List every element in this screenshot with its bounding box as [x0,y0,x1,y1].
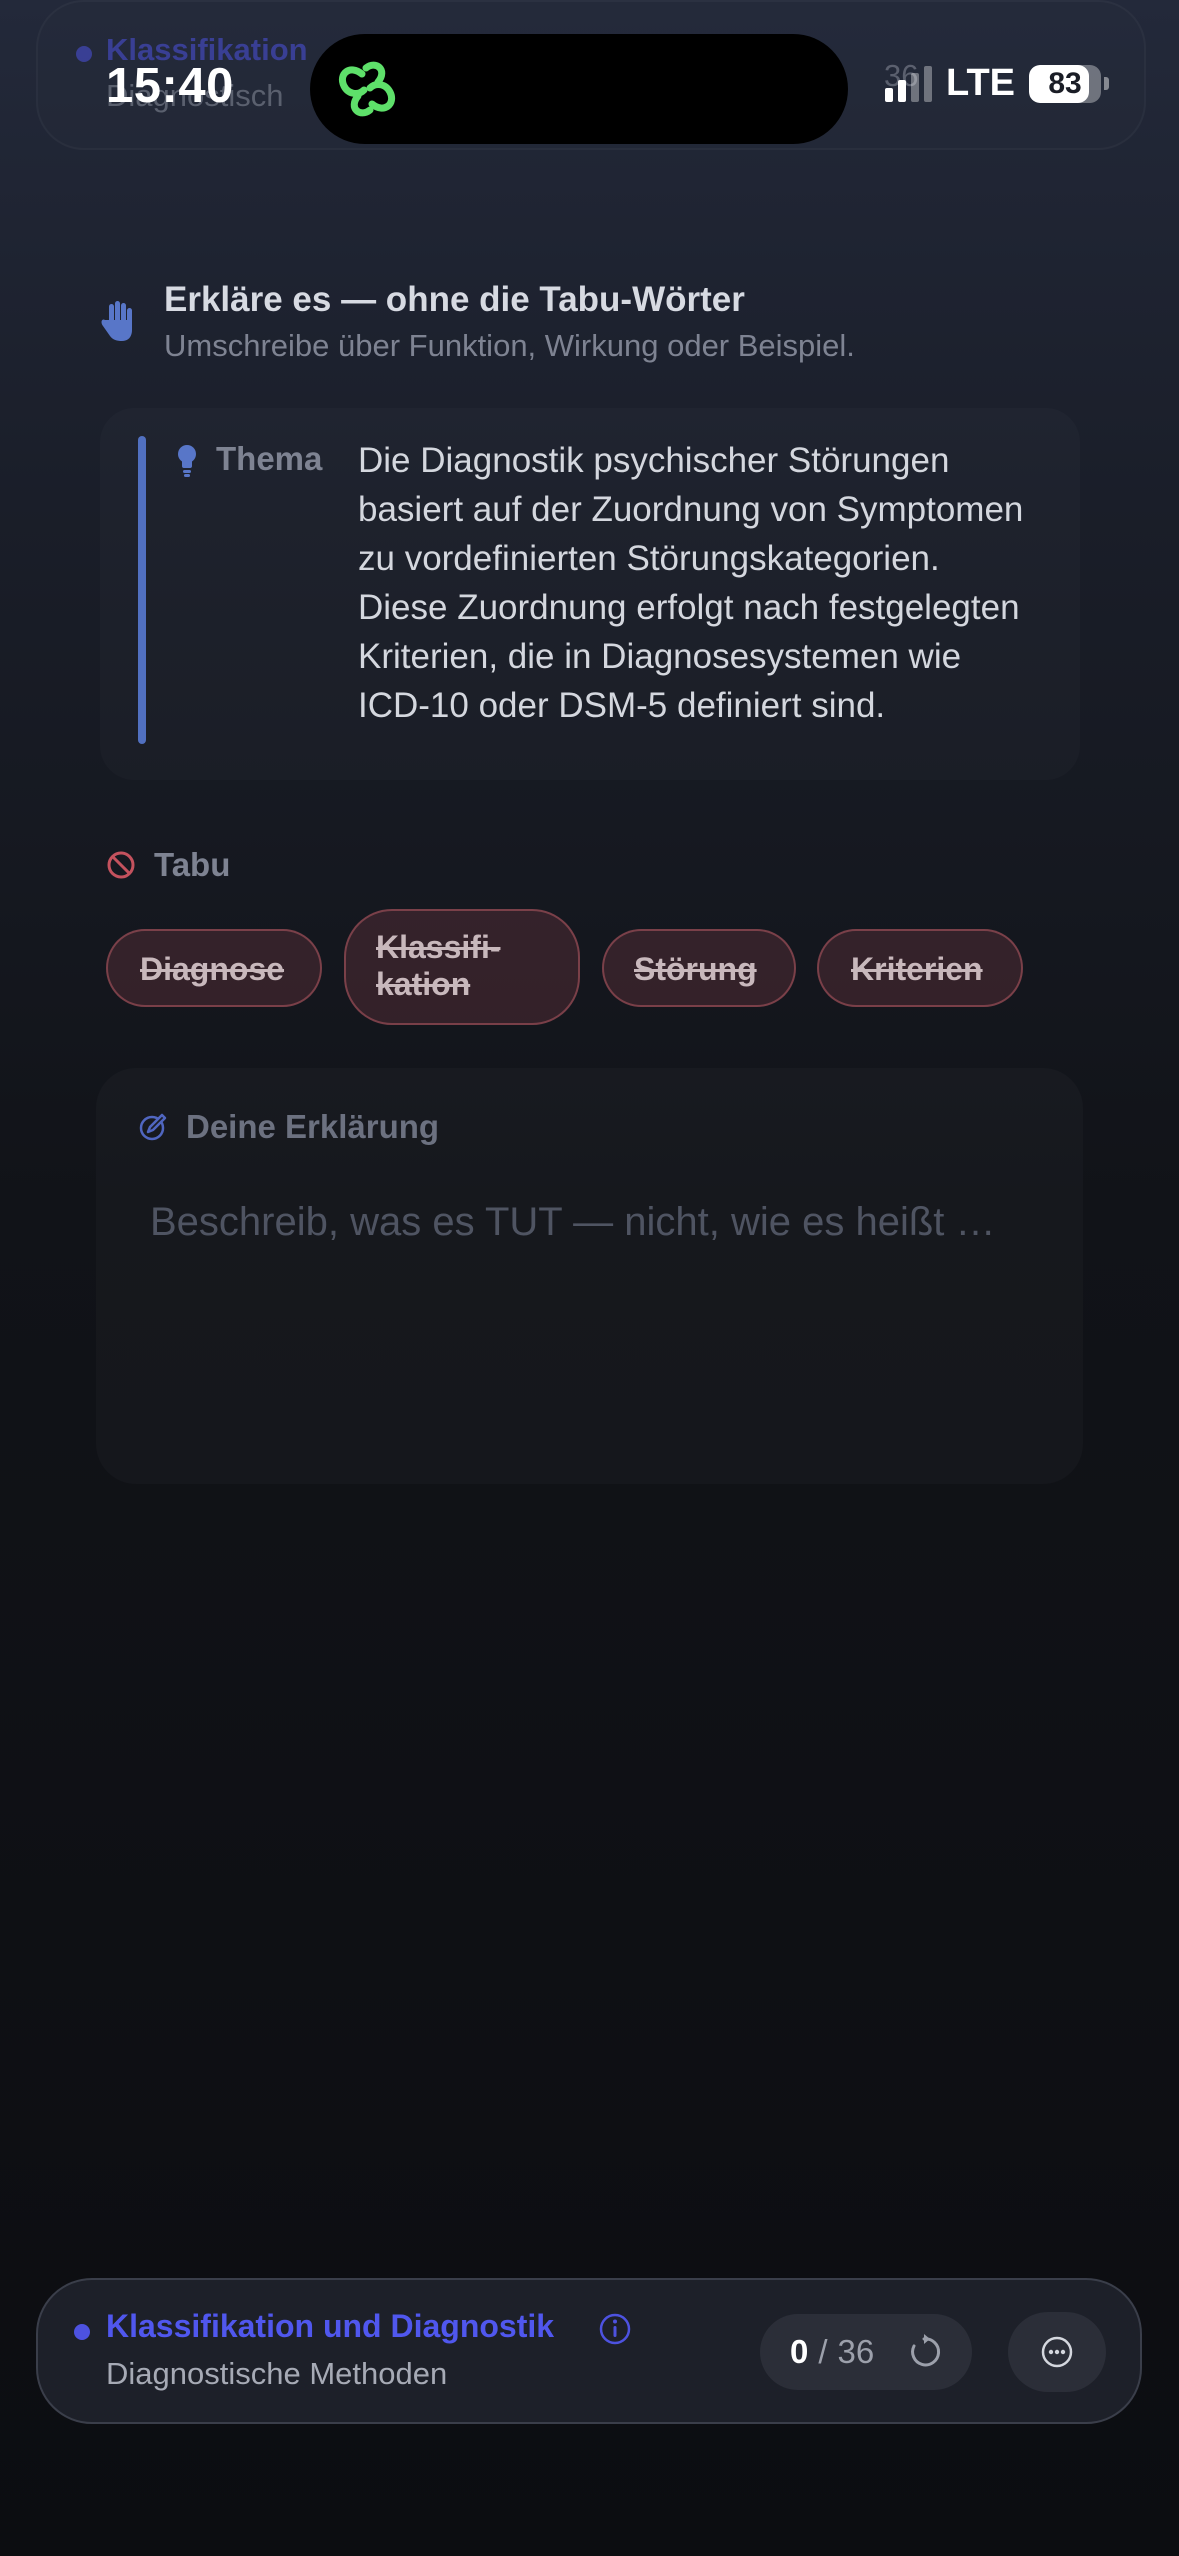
taboo-label: Tabu [154,846,231,883]
instructions-title: Erkläre es — ohne die Tabu-Wörter [164,280,745,319]
battery-icon: 83 [1029,64,1109,103]
explanation-input[interactable] [150,1192,1030,1432]
topic-card: Thema Die Diagnostik psychischer Störung… [100,408,1080,780]
taboo-chip-klassifikation: Klassifi- kation [344,909,580,1025]
pencil-circle-icon [139,1113,167,1141]
status-time: 15:40 [106,59,234,113]
reset-icon [911,2334,941,2367]
info-icon[interactable] [598,2312,632,2346]
taboo-chip-diagnose: Diagnose [106,929,322,1007]
link-app-icon [339,61,395,117]
category-title[interactable]: Klassifikation und Diagnostik [106,2308,554,2345]
progress-counter-button[interactable]: 0 / 36 [760,2314,972,2390]
explanation-card: Deine Erklärung [96,1068,1083,1484]
taboo-chip-kriterien: Kriterien [817,929,1023,1007]
topic-accent-bar [138,436,146,744]
battery-level: 83 [1048,66,1082,100]
home-indicator [436,2516,742,2526]
explanation-label: Deine Erklärung [186,1108,440,1145]
category-dot [74,2324,90,2340]
more-options-button[interactable] [1008,2312,1106,2392]
cellular-signal-icon [885,65,933,102]
more-icon [1041,2336,1073,2368]
taboo-word: Klassifi- [376,929,501,965]
counter-total: 36 [837,2333,875,2370]
lightbulb-icon [178,445,196,477]
taboo-word: Kriterien [851,951,983,987]
taboo-word-continued: kation [376,966,471,1002]
bottom-topic-bar: Klassifikation und Diagnostik Diagnostis… [36,2278,1142,2424]
dynamic-island [310,34,848,144]
network-type: LTE [946,62,1015,104]
topic-text: Die Diagnostik psychischer Störungen bas… [358,441,1024,725]
ghost-category-dot [76,46,92,62]
counter-current: 0 [790,2333,809,2370]
status-indicators: LTE 83 [885,62,1109,105]
hand-icon [101,301,132,341]
counter-separator: / [818,2333,828,2370]
instructions-subtitle: Umschreibe über Funktion, Wirkung oder B… [164,328,855,363]
taboo-chip-stoerung: Störung [602,929,796,1007]
topic-label: Thema [216,440,323,477]
taboo-word: Störung [634,951,757,987]
taboo-word: Diagnose [140,951,285,987]
category-subtitle: Diagnostische Methoden [106,2356,448,2391]
ban-icon [107,851,135,879]
